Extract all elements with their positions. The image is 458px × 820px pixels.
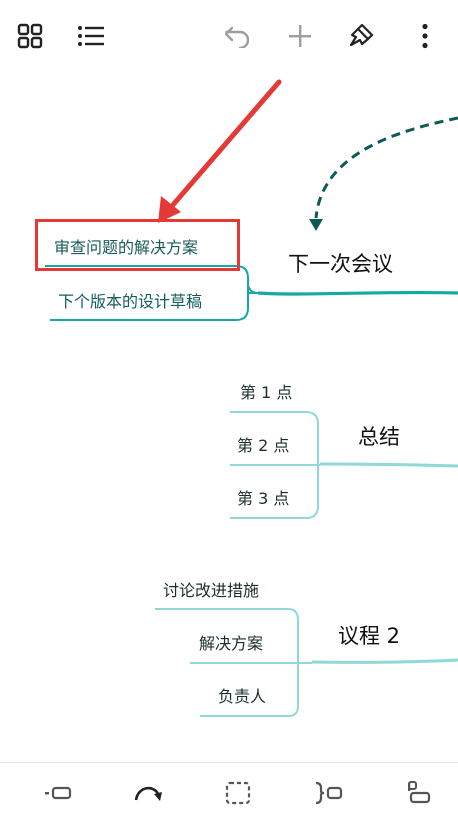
relationship-button[interactable]: [126, 771, 170, 815]
format-brush-icon: [349, 23, 374, 47]
more-options-button[interactable]: [403, 14, 447, 58]
add-child-topic-button[interactable]: [396, 771, 440, 815]
more-vert-icon: [422, 23, 428, 49]
outline-list-icon: [78, 26, 104, 46]
boundary-button[interactable]: [216, 771, 260, 815]
topic-next-meeting[interactable]: 下一次会议: [288, 248, 393, 278]
top-toolbar: [0, 0, 458, 72]
branch-lines: [45, 79, 458, 717]
subtopic-point-2[interactable]: 第 2 点: [237, 432, 289, 456]
add-topic-button[interactable]: [278, 14, 322, 58]
add-child-topic-icon: [408, 781, 431, 804]
subtopic-owner[interactable]: 负责人: [218, 683, 266, 707]
topic-agenda-2[interactable]: 议程 2: [338, 620, 400, 650]
mindmap-editor-screen: 下一次会议 审查问题的解决方案 下个版本的设计草稿 总结 第 1 点 第 2 点…: [0, 0, 458, 820]
relationship-curve-icon: [134, 786, 162, 801]
subtopic-point-3[interactable]: 第 3 点: [237, 485, 289, 509]
subtopic-improvement-measures[interactable]: 讨论改进措施: [163, 577, 259, 601]
add-sibling-topic-icon: [45, 786, 72, 800]
bottom-toolbar: [0, 762, 458, 820]
subtopic-next-version-draft[interactable]: 下个版本的设计草稿: [58, 288, 202, 312]
grid-view-icon: [17, 23, 43, 49]
boundary-icon: [225, 781, 251, 805]
topic-summary[interactable]: 总结: [358, 421, 400, 451]
add-icon: [289, 25, 311, 47]
outline-view-button[interactable]: [69, 14, 113, 58]
undo-icon: [224, 26, 250, 48]
undo-button[interactable]: [215, 14, 259, 58]
summary-icon: [315, 781, 343, 805]
subtopic-point-1[interactable]: 第 1 点: [240, 379, 292, 403]
summary-button[interactable]: [306, 771, 350, 815]
add-sibling-topic-button[interactable]: [36, 771, 80, 815]
mindmap-canvas[interactable]: 下一次会议 审查问题的解决方案 下个版本的设计草稿 总结 第 1 点 第 2 点…: [0, 72, 458, 762]
subtopic-solution[interactable]: 解决方案: [199, 630, 263, 654]
subtopic-review-solutions[interactable]: 审查问题的解决方案: [54, 234, 198, 258]
format-brush-button[interactable]: [339, 14, 383, 58]
grid-view-button[interactable]: [8, 14, 52, 58]
